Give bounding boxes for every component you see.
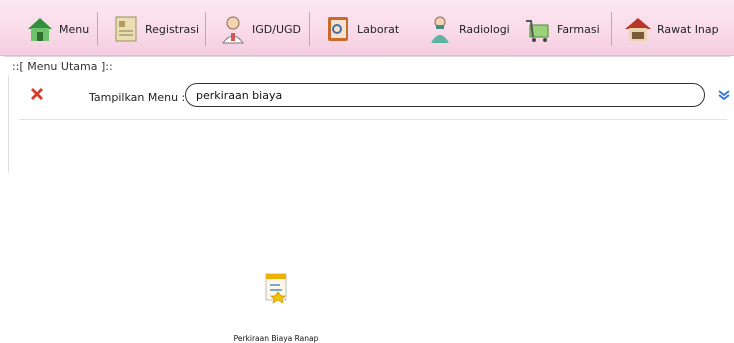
toolbar-farmasi-button[interactable]: Farmasi [518,10,606,48]
toolbar-rawat-inap-label: Rawat Inap [657,22,719,36]
cost-estimate-icon [262,272,290,304]
toolbar-igd-ugd-label: IGD/UGD [252,22,301,36]
section-title: ::[ Menu Utama ]:: [12,60,113,73]
toolbar-farmasi-label: Farmasi [557,22,600,36]
main-menu-section: ::[ Menu Utama ]:: Tampilkan Menu : [4,56,730,173]
toolbar-divider [205,12,206,46]
emergency-doctor-icon [217,13,249,45]
close-icon[interactable] [29,86,45,102]
toolbar-igd-ugd-button[interactable]: IGD/UGD [213,10,307,48]
toolbar-divider [611,12,612,46]
toolbar-laborat-label: Laborat [357,22,400,36]
toolbar-rawat-inap-button[interactable]: Rawat Inap [618,10,725,48]
toolbar-menu-button[interactable]: Menu [20,10,95,48]
house-icon [24,13,56,45]
radiology-staff-icon [424,13,456,45]
toolbar-radiologi-label: Radiologi [459,22,510,36]
toolbar-registrasi-label: Registrasi [145,22,200,36]
toolbar-divider [309,12,310,46]
pharmacy-cart-icon [522,13,554,45]
divider [19,119,727,120]
search-row: Tampilkan Menu : [9,75,731,119]
toolbar-divider [97,12,98,46]
menu-result-tile[interactable]: Perkiraan Biaya Ranap [222,272,324,343]
toolbar-menu-label: Menu [59,22,90,36]
toolbar-radiologi-button[interactable]: Radiologi [420,10,516,48]
inpatient-house-icon [622,13,654,45]
registration-document-icon [110,13,142,45]
show-menu-label: Tampilkan Menu : [89,91,186,104]
main-toolbar: Menu Registrasi IGD/UGD Laborat Radiolog… [0,0,734,56]
laboratory-book-icon [322,13,354,45]
toolbar-registrasi-button[interactable]: Registrasi [106,10,205,48]
menu-search-input[interactable] [185,83,705,107]
toolbar-laborat-button[interactable]: Laborat [318,10,405,48]
chevron-down-icon[interactable] [717,88,731,102]
menu-panel: Tampilkan Menu : [8,75,731,173]
